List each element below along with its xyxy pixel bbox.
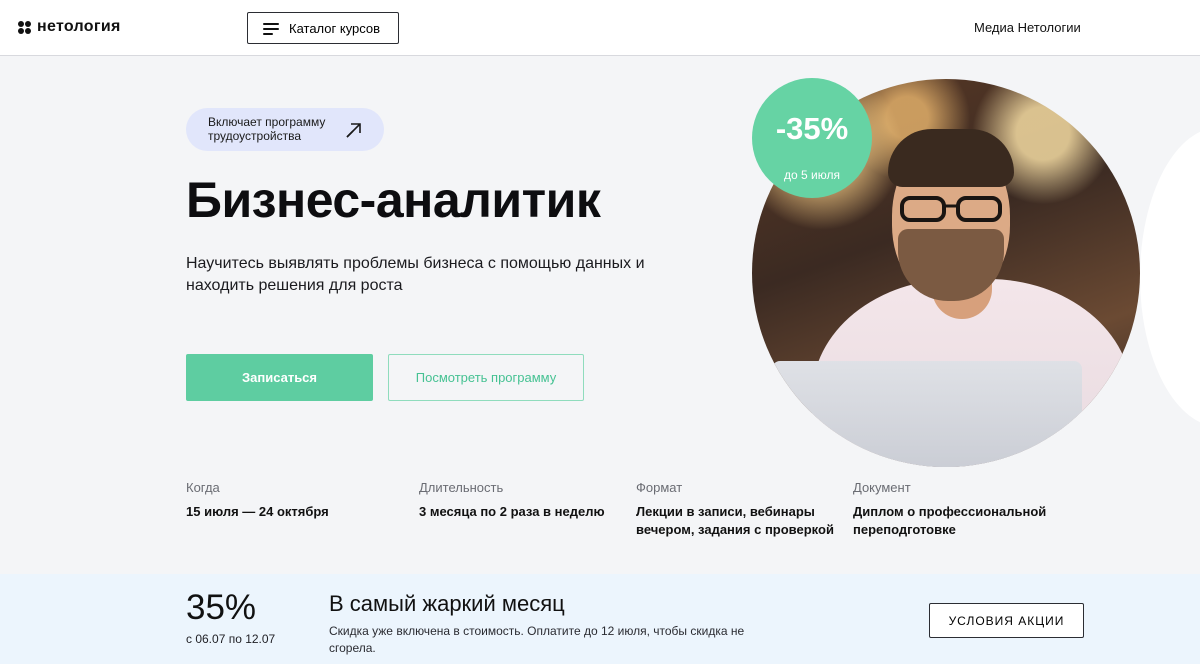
promo-title: В самый жаркий месяц (329, 591, 565, 616)
view-program-button[interactable]: Посмотреть программу (388, 354, 584, 401)
promo-banner: 35% с 06.07 по 12.07 В самый жаркий меся… (0, 574, 1200, 664)
promo-description: Скидка уже включена в стоимость. Оплатит… (329, 624, 745, 655)
info-duration: Длительность 3 месяца по 2 раза в неделю (419, 480, 619, 521)
logo-mark-icon (18, 20, 31, 34)
employment-badge[interactable]: Включает программу трудоустройства (186, 108, 384, 151)
menu-icon (263, 22, 279, 35)
catalog-button-label: Каталог курсов (289, 20, 381, 36)
enroll-button[interactable]: Записаться (186, 354, 373, 401)
info-value: 15 июля — 24 октября (186, 504, 329, 519)
promo-dates: с 06.07 по 12.07 (186, 632, 276, 646)
discount-until: до 5 июля (784, 168, 840, 182)
info-when: Когда 15 июля — 24 октября (186, 480, 386, 521)
info-value: Диплом о профессиональной переподготовке (853, 504, 1047, 537)
page-subtitle: Научитесь выявлять проблемы бизнеса с по… (186, 255, 645, 294)
discount-badge: -35% до 5 июля (752, 78, 872, 198)
arrow-up-right-icon (346, 123, 361, 138)
info-document: Документ Диплом о профессиональной переп… (853, 480, 1053, 539)
logo-text: нетология (37, 18, 121, 35)
catalog-button[interactable]: Каталог курсов (247, 12, 399, 44)
hero-section: Включает программу трудоустройства Бизне… (0, 57, 1200, 574)
employment-badge-text: Включает программу трудоустройства (208, 115, 326, 143)
info-label: Когда (186, 480, 220, 495)
logo[interactable]: нетология (18, 17, 121, 37)
site-header: нетология Каталог курсов Медиа Нетологии (0, 0, 1200, 56)
info-format: Формат Лекции в записи, вебинары вечером… (636, 480, 836, 539)
info-label: Длительность (419, 480, 504, 495)
info-value: 3 месяца по 2 раза в неделю (419, 504, 605, 519)
promo-percent: 35% (186, 588, 257, 627)
decorative-circle (1140, 127, 1200, 427)
page-title: Бизнес-аналитик (186, 172, 601, 228)
info-value: Лекции в записи, вебинары вечером, задан… (636, 504, 834, 537)
media-link[interactable]: Медиа Нетологии (974, 20, 1081, 35)
promo-terms-button[interactable]: УСЛОВИЯ АКЦИИ (929, 603, 1084, 638)
info-label: Формат (636, 480, 683, 495)
info-label: Документ (853, 480, 911, 495)
discount-value: -35% (775, 111, 849, 146)
